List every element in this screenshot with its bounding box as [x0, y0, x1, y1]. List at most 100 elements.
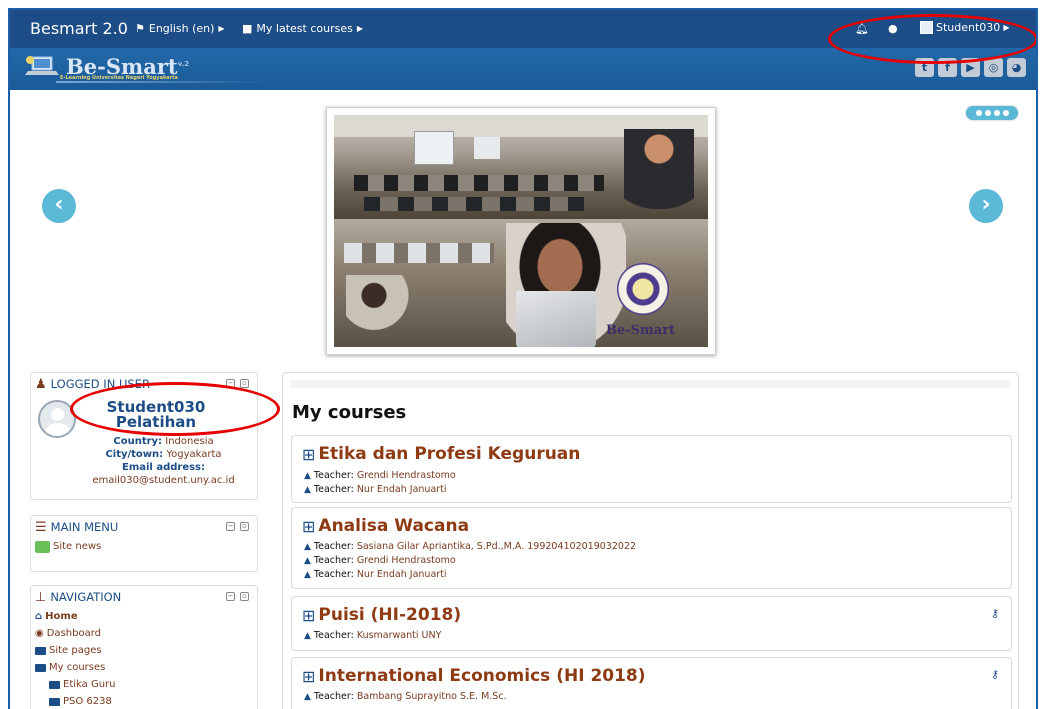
course-title-link[interactable]: ⊞ International Economics (HI 2018)	[302, 666, 646, 686]
course-title: Analisa Wacana	[318, 516, 470, 536]
course-title: Etika dan Profesi Keguruan	[318, 444, 581, 464]
graduation-cap-icon: ▲	[304, 484, 311, 495]
country-label: Country:	[113, 436, 163, 447]
home-icon: ⌂	[35, 611, 43, 622]
collapse-icon[interactable]: −	[226, 522, 235, 531]
course-title-link[interactable]: ⊞ Analisa Wacana	[302, 516, 469, 536]
block-title: NAVIGATION	[50, 590, 122, 604]
teacher-label: Teacher:	[313, 569, 354, 580]
slider-photo-monitors	[364, 197, 584, 211]
teacher-line: ▲ Teacher: Grendi Hendrastomo	[304, 470, 456, 481]
teacher-name-link[interactable]: Grendi Hendrastomo	[357, 470, 456, 481]
map-icon: ⊞	[302, 666, 316, 686]
browser-frame: Besmart 2.0 ⚑ English (en) ▶ ■ My latest…	[8, 8, 1038, 709]
user-icon: ♟	[35, 376, 47, 392]
key-icon: ⚷	[990, 668, 999, 681]
university-seal-icon	[617, 263, 669, 315]
city-label: City/town:	[105, 449, 164, 460]
nav-site-pages-label: Site pages	[49, 645, 102, 656]
main-content: My courses ⊞ Etika dan Profesi Keguruan …	[282, 372, 1019, 709]
block-header: ☰ MAIN MENU − ▫	[31, 516, 257, 538]
slider-photo-monitors	[344, 243, 494, 263]
graduation-cap-icon: ▲	[304, 470, 311, 481]
language-menu[interactable]: ⚑ English (en) ▶	[135, 22, 225, 35]
map-icon: ⊞	[302, 605, 316, 625]
teacher-name-link[interactable]: Grendi Hendrastomo	[357, 555, 456, 566]
map-icon: ⊞	[302, 444, 316, 464]
teacher-name-link[interactable]: Bambang Suprayitno S.E. M.Sc.	[357, 691, 507, 702]
dock-icon[interactable]: ▫	[240, 379, 249, 388]
dock-icon[interactable]: ▫	[240, 592, 249, 601]
teacher-label: Teacher:	[313, 541, 354, 552]
nav-course-item[interactable]: Etika Guru	[35, 676, 257, 693]
sitemap-icon: ⊥	[35, 589, 47, 605]
dock-icon[interactable]: ▫	[240, 522, 249, 531]
course-title: International Economics (HI 2018)	[318, 666, 646, 686]
site-news-label: Site news	[53, 541, 102, 552]
teacher-name-link[interactable]: Nur Endah Januarti	[357, 569, 447, 580]
folder-icon	[35, 646, 46, 655]
web-icon[interactable]: ◕	[1007, 58, 1026, 77]
language-label: English (en)	[148, 22, 215, 35]
teacher-label: Teacher:	[313, 555, 354, 566]
collapse-icon[interactable]: −	[226, 592, 235, 601]
site-news-link[interactable]: Site news	[31, 538, 257, 555]
teacher-line: ▲ Teacher: Kusmarwanti UNY	[304, 630, 441, 641]
instagram-icon[interactable]: ◎	[984, 58, 1003, 77]
slider-dot[interactable]	[984, 110, 991, 116]
main-menu-block: ☰ MAIN MENU − ▫ Site news	[30, 515, 258, 572]
block-title: MAIN MENU	[50, 520, 119, 534]
nav-course-label: PSO 6238	[63, 696, 112, 707]
graduation-cap-icon: ▲	[304, 630, 311, 641]
menu-icon: ☰	[35, 519, 47, 535]
nav-my-courses[interactable]: My courses	[35, 659, 257, 676]
course-card: ⊞ Analisa Wacana ▲ Teacher: Sasiana Gila…	[291, 507, 1012, 589]
course-card: ⊞ Etika dan Profesi Keguruan ▲ Teacher: …	[291, 435, 1012, 503]
slider-dot[interactable]	[1002, 110, 1009, 116]
caret-right-icon: ▶	[218, 24, 225, 33]
key-icon: ⚷	[990, 607, 999, 620]
slider-dot[interactable]	[993, 110, 1000, 116]
course-title-link[interactable]: ⊞ Etika dan Profesi Keguruan	[302, 444, 580, 464]
slider-photo-laptop	[516, 291, 596, 347]
teacher-label: Teacher:	[313, 630, 354, 641]
course-title-link[interactable]: ⊞ Puisi (HI-2018)	[302, 605, 461, 625]
nav-site-pages[interactable]: Site pages	[35, 642, 257, 659]
email-value: email030@student.uny.ac.id	[92, 475, 235, 486]
slider-prev-button[interactable]: ‹	[42, 189, 76, 223]
nav-course-item[interactable]: PSO 6238	[35, 693, 257, 709]
graduation-cap-icon: ▲	[304, 569, 311, 580]
nav-home-label: Home	[45, 611, 78, 622]
teacher-name-link[interactable]: Sasiana Gilar Apriantika, S.Pd.,M.A. 199…	[357, 541, 636, 552]
nav-home[interactable]: ⌂ Home	[35, 608, 257, 625]
course-card: ⊞ Puisi (HI-2018) ⚷ ▲ Teacher: Kusmarwan…	[291, 596, 1012, 651]
dashboard-icon: ◉	[35, 628, 44, 639]
nav-my-courses-label: My courses	[49, 662, 106, 673]
slider-next-button[interactable]: ›	[969, 189, 1003, 223]
slider-image: Be-Smart	[326, 107, 716, 355]
slider-photo-screen	[474, 137, 500, 159]
panel-stripe	[291, 380, 1010, 388]
folder-icon	[49, 697, 60, 706]
latest-courses-label: My latest courses	[256, 22, 353, 35]
map-icon: ⊞	[302, 516, 316, 536]
slider-photo-student	[346, 275, 416, 343]
latest-courses-menu[interactable]: ■ My latest courses ▶	[242, 22, 363, 35]
country-value: Indonesia	[165, 436, 214, 447]
course-title: Puisi (HI-2018)	[318, 605, 462, 625]
site-brand[interactable]: Besmart 2.0	[30, 19, 128, 38]
teacher-name-link[interactable]: Nur Endah Januarti	[357, 484, 447, 495]
slider-dot[interactable]	[975, 110, 982, 116]
logo-laptop-icon	[25, 55, 59, 75]
briefcase-icon: ■	[242, 22, 253, 35]
teacher-line: ▲ Teacher: Nur Endah Januarti	[304, 484, 447, 495]
nav-dashboard[interactable]: ◉ Dashboard	[35, 625, 257, 642]
navigation-block: ⊥ NAVIGATION − ▫ ⌂ Home ◉ Dashboard Site…	[30, 585, 258, 709]
teacher-line: ▲ Teacher: Bambang Suprayitno S.E. M.Sc.	[304, 691, 507, 702]
annotation-ellipse-user-name	[70, 382, 280, 436]
city-value: Yogyakarta	[166, 449, 222, 460]
graduation-cap-icon: ▲	[304, 555, 311, 566]
teacher-label: Teacher:	[313, 484, 354, 495]
teacher-name-link[interactable]: Kusmarwanti UNY	[357, 630, 442, 641]
teacher-line: ▲ Teacher: Nur Endah Januarti	[304, 569, 447, 580]
